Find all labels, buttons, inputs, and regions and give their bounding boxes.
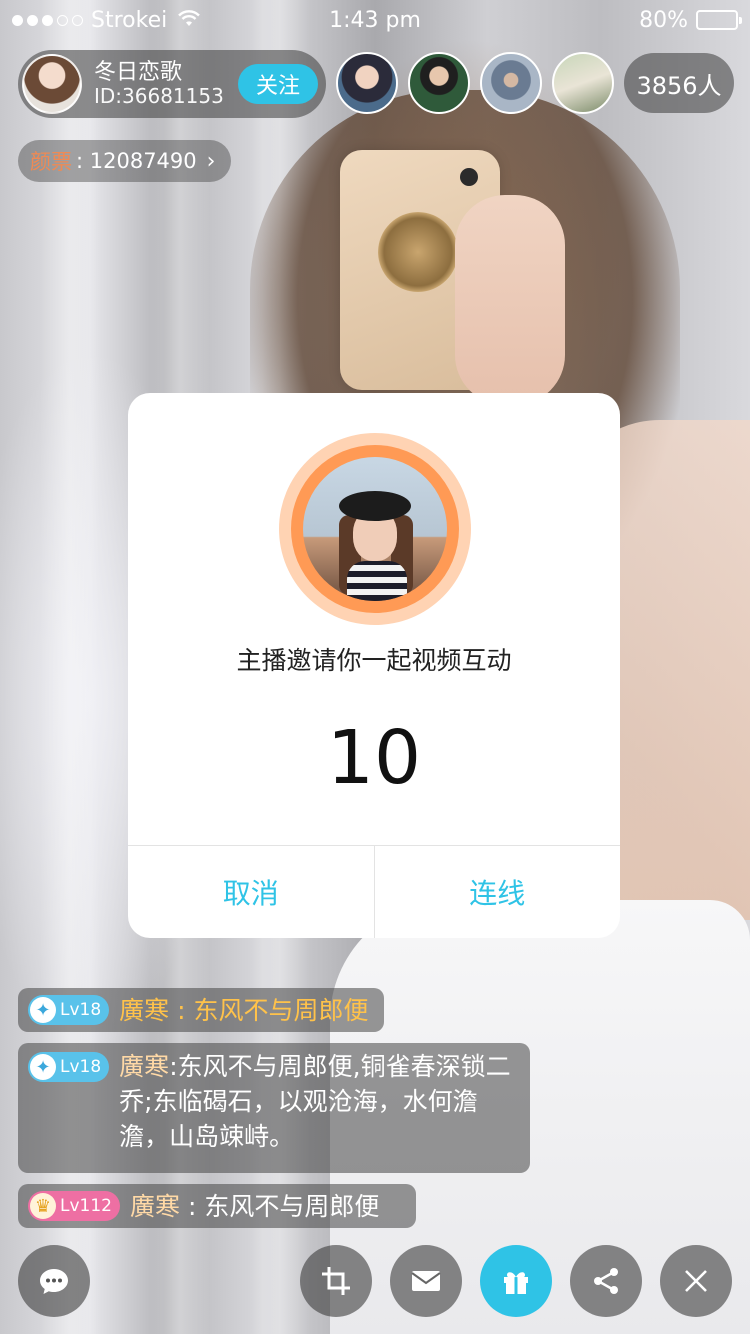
level-label: Lv112 <box>60 1196 112 1216</box>
chevron-right-icon: › <box>206 148 216 174</box>
chat-button[interactable] <box>18 1245 90 1317</box>
crop-icon <box>322 1267 350 1295</box>
inviter-avatar-ring <box>279 433 471 625</box>
chat-text: 东风不与周郎便,铜雀春深锁二乔;东临碣石，以观沧海，水何澹澹，山岛竦峙。 <box>119 1052 511 1151</box>
clock: 1:43 pm <box>329 7 421 33</box>
avatar-hat <box>339 491 411 521</box>
host-info-card[interactable]: 冬日恋歌 ID:36681153 关注 <box>18 50 326 118</box>
level-label: Lv18 <box>60 1057 102 1077</box>
avatar-shirt <box>347 561 407 601</box>
host-id: ID:36681153 <box>94 84 224 109</box>
viewer-avatar[interactable] <box>480 52 542 114</box>
connect-button[interactable]: 连线 <box>373 846 621 938</box>
coins-value: : 12087490 <box>76 149 197 173</box>
dialog-actions: 取消 连线 <box>128 845 620 938</box>
level-label: Lv18 <box>60 1000 102 1020</box>
coins-pill[interactable]: 颜票 : 12087490 › <box>18 140 232 182</box>
viewer-avatar[interactable] <box>552 52 614 114</box>
star-icon: ✦ <box>30 997 56 1023</box>
chat-text-block: 廣寒 : 东风不与周郎便 <box>130 1189 379 1224</box>
battery-icon <box>696 10 742 30</box>
host-avatar[interactable] <box>22 54 82 114</box>
gift-icon <box>504 1272 528 1294</box>
viewer-avatars <box>336 52 614 114</box>
share-icon <box>594 1268 618 1294</box>
video-invite-dialog: 主播邀请你一起视频互动 10 取消 连线 <box>128 393 620 938</box>
chat-text: 廣寒 : 东风不与周郎便 <box>119 995 369 1025</box>
close-icon <box>685 1270 707 1292</box>
level-badge: ♛ Lv112 <box>28 1191 120 1221</box>
mail-icon <box>411 1271 441 1291</box>
chat-sender: 廣寒 <box>119 1052 170 1081</box>
follow-button[interactable]: 关注 <box>238 64 318 104</box>
chat-message: ✦ Lv18 廣寒:东风不与周郎便,铜雀春深锁二乔;东临碣石，以观沧海，水何澹澹… <box>18 1043 530 1173</box>
message-button[interactable] <box>390 1245 462 1317</box>
phone-ornament <box>378 212 458 292</box>
host-name: 冬日恋歌 <box>94 59 183 85</box>
viewer-avatar[interactable] <box>336 52 398 114</box>
close-button[interactable] <box>660 1245 732 1317</box>
crown-icon: ♛ <box>30 1193 56 1219</box>
viewer-avatar[interactable] <box>408 52 470 114</box>
invite-message: 主播邀请你一起视频互动 <box>236 646 512 675</box>
inviter-avatar <box>303 457 447 601</box>
chat-text: : 东风不与周郎便 <box>180 1191 380 1221</box>
streamer-hand <box>455 195 565 405</box>
chat-sender: 廣寒 <box>129 1191 180 1221</box>
level-badge: ✦ Lv18 <box>28 1052 110 1082</box>
cancel-button[interactable]: 取消 <box>128 846 374 938</box>
coins-label: 颜票 <box>30 150 72 174</box>
phone-camera <box>460 168 478 186</box>
crop-button[interactable] <box>300 1245 372 1317</box>
star-icon: ✦ <box>30 1054 56 1080</box>
gift-button[interactable] <box>480 1245 552 1317</box>
inviter-avatar-ring-inner <box>291 445 459 613</box>
viewer-count[interactable]: 3856人 <box>624 53 734 113</box>
chat-message: ♛ Lv112 廣寒 : 东风不与周郎便 <box>18 1184 416 1228</box>
chat-message: ✦ Lv18 廣寒 : 东风不与周郎便 <box>18 988 384 1032</box>
share-button[interactable] <box>570 1245 642 1317</box>
status-bar: Strokei 1:43 pm 80% <box>0 0 750 40</box>
chat-text-block: 廣寒:东风不与周郎便,铜雀春深锁二乔;东临碣石，以观沧海，水何澹澹，山岛竦峙。 <box>119 1052 511 1151</box>
chat-icon <box>40 1269 68 1294</box>
host-text: 冬日恋歌 ID:36681153 <box>94 60 224 108</box>
invite-countdown: 10 <box>326 715 422 801</box>
level-badge: ✦ Lv18 <box>28 995 110 1025</box>
